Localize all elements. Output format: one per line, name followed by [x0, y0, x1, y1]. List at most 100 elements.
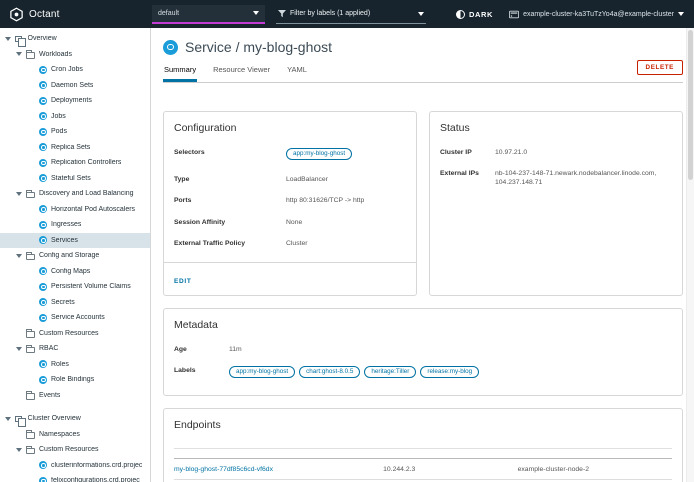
tab-label: Resource Viewer — [213, 65, 270, 74]
column-header — [383, 449, 517, 459]
res-icon — [39, 128, 47, 136]
sidebar-item[interactable]: Workloads — [0, 47, 150, 63]
sidebar-item[interactable]: Custom Resources — [0, 442, 150, 458]
sidebar-item[interactable]: Replica Sets — [0, 140, 150, 156]
sidebar-item[interactable]: Role Bindings — [0, 372, 150, 388]
service-icon — [163, 40, 178, 55]
summary-row-label: Selectors — [174, 148, 286, 163]
theme-label: DARK — [469, 10, 493, 19]
tab[interactable]: YAML — [286, 60, 308, 82]
sidebar-item[interactable]: Stateful Sets — [0, 171, 150, 187]
caret-down-icon[interactable] — [16, 52, 22, 56]
delete-button[interactable]: DELETE — [637, 60, 683, 75]
summary-row: Cluster IP 10.97.21.0 — [440, 148, 672, 157]
cluster-context-select[interactable]: example-cluster-ka3TuTzYo4a@example-clus… — [509, 10, 684, 19]
summary-row: Selectors app:my-blog-ghost — [174, 148, 406, 163]
objects-icon — [15, 36, 22, 43]
endpoint-row: my-blog-ghost-77df85c6cd-vf6dx 10.244.2.… — [174, 459, 672, 480]
status-card: Status Cluster IP 10.97.21.0 External IP… — [429, 111, 683, 296]
sidebar-item-label: Services — [51, 237, 78, 244]
brand: Octant — [0, 7, 152, 22]
sidebar-item[interactable]: Namespaces — [0, 427, 150, 443]
endpoint-node-name: example-cluster-node-2 — [518, 459, 672, 480]
app-title: Octant — [29, 9, 60, 20]
caret-down-icon[interactable] — [16, 192, 22, 196]
folder-icon — [26, 347, 35, 354]
endpoints-table: my-blog-ghost-77df85c6cd-vf6dx 10.244.2.… — [174, 448, 672, 480]
sidebar-item[interactable]: felixconfigurations.crd.projec — [0, 473, 150, 482]
sidebar-item-label: Jobs — [51, 113, 66, 120]
sidebar-item-label: Config and Storage — [39, 252, 99, 259]
label-chip: chart:ghost-8.0.5 — [299, 366, 360, 378]
res-icon — [39, 376, 47, 384]
res-icon — [39, 267, 47, 275]
sidebar-item-label: Service Accounts — [51, 314, 105, 321]
tab[interactable]: Resource Viewer — [212, 60, 271, 82]
octant-logo-icon — [9, 7, 24, 22]
summary-row-value: app:my-blog-ghostchart:ghost-8.0.5herita… — [229, 366, 483, 381]
endpoints-table-wrap: my-blog-ghost-77df85c6cd-vf6dx 10.244.2.… — [164, 436, 682, 482]
endpoint-ip: 10.244.2.3 — [383, 459, 517, 480]
sidebar-item[interactable]: Ingresses — [0, 217, 150, 233]
sidebar-item[interactable]: Daemon Sets — [0, 78, 150, 94]
caret-down-icon[interactable] — [16, 448, 22, 452]
scrollbar-thumb[interactable] — [688, 30, 693, 180]
sidebar-item[interactable]: Cluster Overview — [0, 411, 150, 427]
sidebar-item-label: Pods — [51, 128, 67, 135]
res-icon — [39, 159, 47, 167]
folder-icon — [26, 254, 35, 261]
label-filter-input[interactable]: Filter by labels (1 applied) — [276, 5, 426, 24]
summary-row-value: Cluster — [286, 239, 308, 248]
folder-icon — [26, 52, 35, 59]
sidebar-item[interactable]: Cron Jobs — [0, 62, 150, 78]
sidebar-item[interactable]: Discovery and Load Balancing — [0, 186, 150, 202]
sidebar-item[interactable]: Services — [0, 233, 150, 249]
endpoints-header-row — [174, 449, 672, 459]
sidebar-item[interactable]: Replication Controllers — [0, 155, 150, 171]
namespace-select[interactable]: default — [152, 5, 265, 24]
caret-down-icon[interactable] — [5, 417, 11, 421]
sidebar-item[interactable]: Overview — [0, 31, 150, 47]
chevron-down-icon — [418, 12, 424, 16]
sidebar-item[interactable]: RBAC — [0, 341, 150, 357]
sidebar-item[interactable]: Pods — [0, 124, 150, 140]
sidebar-item-label: Secrets — [51, 299, 75, 306]
sidebar-item[interactable]: Config Maps — [0, 264, 150, 280]
sidebar-item[interactable]: clusterinformations.crd.projec — [0, 458, 150, 474]
res-icon — [39, 477, 47, 482]
sidebar-item[interactable]: Config and Storage — [0, 248, 150, 264]
summary-row-label: Labels — [174, 366, 229, 381]
chip-list: app:my-blog-ghost — [286, 150, 356, 157]
res-icon — [39, 97, 47, 105]
sidebar-item[interactable]: Secrets — [0, 295, 150, 311]
tab[interactable]: Summary — [163, 60, 197, 82]
summary-row-label: Ports — [174, 196, 286, 205]
page-header: Service / my-blog-ghost — [163, 39, 683, 55]
caret-down-icon[interactable] — [16, 347, 22, 351]
sidebar-item[interactable]: Roles — [0, 357, 150, 373]
status-rows: Cluster IP 10.97.21.0 External IPs nb-10… — [430, 139, 682, 295]
sidebar-item[interactable]: Service Accounts — [0, 310, 150, 326]
sidebar-nav: Overview Workloads Cron Jobs Daemon Sets… — [0, 28, 151, 482]
caret-down-icon[interactable] — [16, 254, 22, 258]
sidebar-item[interactable]: Custom Resources — [0, 326, 150, 342]
edit-link[interactable]: EDIT — [174, 278, 192, 285]
res-icon — [39, 66, 47, 74]
sidebar-item-label: Custom Resources — [39, 330, 99, 337]
chevron-down-icon — [253, 11, 259, 15]
caret-down-icon[interactable] — [5, 37, 11, 41]
sidebar-item-label: Events — [39, 392, 60, 399]
sidebar-item[interactable]: Jobs — [0, 109, 150, 125]
endpoint-target-link[interactable]: my-blog-ghost-77df85c6cd-vf6dx — [174, 466, 273, 473]
summary-row: Age 11m — [174, 345, 672, 354]
sidebar-item[interactable]: Persistent Volume Claims — [0, 279, 150, 295]
vertical-scrollbar[interactable] — [686, 28, 694, 482]
theme-toggle[interactable]: DARK — [456, 10, 493, 19]
configuration-card: Configuration Selectors app:my-blog-ghos… — [163, 111, 417, 296]
main-content: Service / my-blog-ghost Summary Resource … — [152, 28, 694, 482]
sidebar-item[interactable]: Horizontal Pod Autoscalers — [0, 202, 150, 218]
sidebar-item[interactable]: Events — [0, 388, 150, 404]
summary-row-value: 11m — [229, 345, 242, 354]
sidebar-item[interactable]: Deployments — [0, 93, 150, 109]
folder-icon — [26, 432, 35, 439]
